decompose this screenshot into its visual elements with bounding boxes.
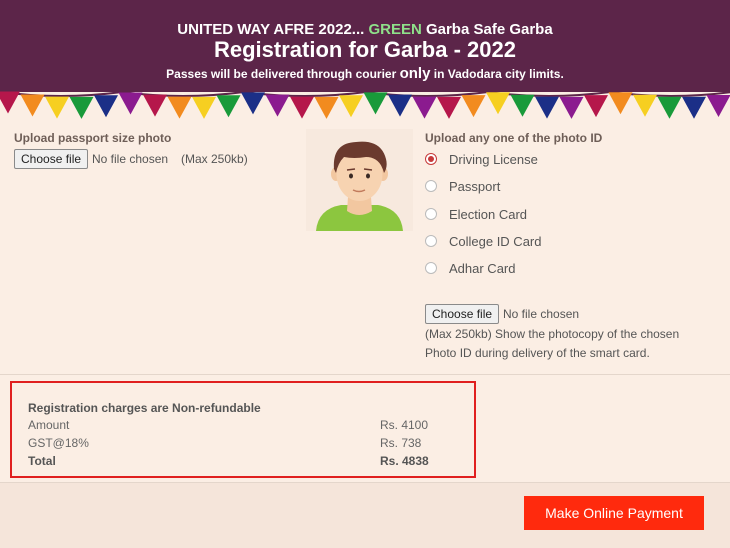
- id-option-driving-license[interactable]: Driving License: [425, 149, 538, 169]
- bunting-flag: [265, 94, 290, 117]
- event-tagline: UNITED WAY AFRE 2022... GREEN Garba Safe…: [177, 21, 553, 38]
- page-title: Registration for Garba - 2022: [214, 37, 516, 62]
- bunting-flag: [412, 96, 437, 119]
- charge-row-amount: Amount Rs. 4100: [28, 418, 429, 432]
- bunting-flag: [0, 91, 20, 114]
- bunting-flag: [535, 96, 559, 119]
- radio-button[interactable]: [425, 262, 437, 274]
- radio-button[interactable]: [425, 180, 437, 192]
- bunting-flag: [216, 95, 241, 118]
- bunting-flag: [167, 96, 192, 119]
- bunting-flag: [706, 95, 730, 118]
- bunting-flag: [241, 92, 265, 115]
- section-divider: [0, 374, 730, 375]
- bunting-flag: [314, 96, 339, 119]
- id-upload-hint-line2: Photo ID during delivery of the smart ca…: [425, 346, 650, 360]
- bunting-flag: [118, 92, 143, 115]
- avatar-placeholder-icon: [306, 129, 413, 231]
- bunting-flag: [339, 95, 363, 118]
- charge-row-gst: GST@18% Rs. 738: [28, 436, 422, 450]
- bunting-flag: [584, 95, 608, 118]
- photo-upload-label: Upload passport size photo: [14, 131, 172, 145]
- bunting-flag: [45, 96, 69, 119]
- radio-button[interactable]: [425, 208, 437, 220]
- bunting-flag: [290, 96, 314, 119]
- id-option-election-card[interactable]: Election Card: [425, 204, 527, 224]
- photo-file-status: No file chosen: [92, 152, 169, 166]
- bunting-flag: [20, 94, 45, 117]
- id-option-passport[interactable]: Passport: [425, 176, 500, 196]
- bunting-flag: [657, 96, 682, 119]
- photo-size-hint: (Max 250kb): [181, 152, 248, 166]
- id-choose-file-button[interactable]: Choose file: [425, 304, 500, 324]
- bunting-flag: [608, 92, 633, 115]
- green-highlight: GREEN: [368, 21, 422, 38]
- id-upload-hint-line1: (Max 250kb) Show the photocopy of the ch…: [425, 327, 680, 341]
- bunting-flag: [510, 94, 535, 117]
- bunting-flag: [94, 95, 118, 118]
- id-file-status: No file chosen: [503, 307, 580, 321]
- bunting-flag: [143, 94, 167, 117]
- delivery-notice: Passes will be delivered through courier…: [166, 65, 564, 82]
- bunting-flag: [559, 96, 584, 119]
- bunting-flag: [69, 96, 94, 119]
- radio-button[interactable]: [425, 153, 437, 165]
- id-option-adhar-card[interactable]: Adhar Card: [425, 258, 515, 278]
- id-option-college-id-card[interactable]: College ID Card: [425, 231, 542, 251]
- bunting-decoration: [0, 90, 730, 119]
- bunting-flag: [633, 94, 657, 117]
- photo-choose-file-button[interactable]: Choose file: [14, 149, 89, 169]
- bunting-flag: [437, 96, 461, 119]
- page-header: UNITED WAY AFRE 2022... GREEN Garba Safe…: [0, 0, 730, 92]
- make-online-payment-button[interactable]: Make Online Payment: [524, 496, 704, 530]
- bunting-flag: [461, 95, 486, 118]
- bunting-flag: [388, 94, 412, 117]
- radio-button[interactable]: [425, 235, 437, 247]
- bunting-flag: [682, 96, 706, 119]
- bunting-flag: [486, 92, 510, 115]
- id-upload-label: Upload any one of the photo ID: [425, 131, 603, 145]
- charges-heading: Registration charges are Non-refundable: [28, 401, 261, 415]
- section-divider: [0, 482, 730, 483]
- charge-row-total: Total Rs. 4838: [28, 454, 429, 468]
- bunting-flag: [363, 92, 388, 115]
- bunting-flag: [192, 96, 216, 119]
